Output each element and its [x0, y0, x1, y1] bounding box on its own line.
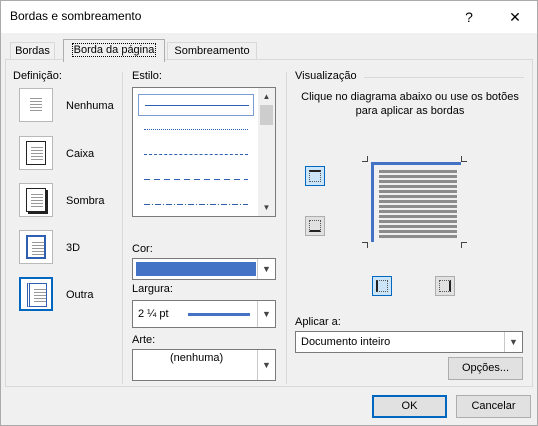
largura-label: Largura: [132, 283, 173, 295]
chevron-down-icon[interactable]: ▼ [257, 350, 275, 380]
chevron-down-icon[interactable]: ▼ [257, 301, 275, 327]
corner-mark [461, 156, 467, 162]
help-button[interactable]: ? [449, 3, 489, 31]
definicao-label: Definição: [13, 70, 62, 82]
right-border-icon [439, 280, 451, 292]
dialog-title: Bordas e sombreamento [10, 9, 142, 23]
tab-strip: Bordas Borda da página Sombreamento [1, 33, 537, 62]
setting-label: Nenhuma [66, 100, 114, 112]
preview-left-border [371, 162, 374, 242]
bottom-border-button[interactable] [305, 216, 325, 236]
3d-border-icon [26, 235, 46, 259]
tab-label: Borda da página [71, 43, 157, 57]
color-swatch [136, 262, 256, 276]
scroll-down-icon[interactable]: ▼ [258, 199, 275, 216]
right-border-button[interactable] [435, 276, 455, 296]
borders-shading-dialog: Bordas e sombreamento ? ✕ Bordas Borda d… [0, 0, 538, 426]
setting-nenhuma[interactable] [19, 88, 53, 122]
preview-top-border [371, 162, 461, 165]
setting-outra[interactable] [19, 277, 53, 311]
estilo-label: Estilo: [132, 70, 162, 82]
setting-label: 3D [66, 242, 81, 254]
preview-instructions: Clique no diagrama abaixo ou use os botõ… [301, 91, 519, 117]
setting-3d[interactable] [19, 230, 53, 264]
tab-label: Sombreamento [174, 45, 250, 57]
group-divider [364, 77, 524, 78]
top-border-icon [309, 170, 321, 182]
custom-border-icon [27, 283, 47, 307]
preview-page[interactable] [371, 162, 461, 242]
style-list[interactable]: ▲ ▼ [132, 87, 276, 217]
tab-panel: Definição: Nenhuma Caixa Sombra 3D Outra… [5, 59, 533, 387]
tab-label: Bordas [15, 45, 50, 57]
scroll-thumb[interactable] [260, 105, 273, 125]
preview-text-lines [379, 170, 457, 240]
setting-label: Outra [66, 289, 94, 301]
arte-label: Arte: [132, 334, 156, 346]
close-button[interactable]: ✕ [495, 3, 535, 31]
no-border-icon [26, 93, 46, 117]
scroll-up-icon[interactable]: ▲ [258, 88, 275, 105]
style-item-dotted[interactable] [138, 119, 254, 141]
style-item-dashed-large[interactable] [138, 169, 254, 191]
width-dropdown[interactable]: 2 ¼ pt ▼ [132, 300, 276, 328]
width-sample-line [188, 313, 250, 316]
style-item-solid[interactable] [138, 94, 254, 116]
style-item-dash-dot[interactable] [138, 194, 254, 216]
tab-borda-da-pagina[interactable]: Borda da página [63, 39, 165, 62]
left-border-button[interactable] [372, 276, 392, 296]
corner-mark [362, 156, 368, 162]
cor-label: Cor: [132, 243, 153, 255]
art-dropdown[interactable]: (nenhuma) ▼ [132, 349, 276, 381]
dialog-footer: OK Cancelar [1, 387, 537, 425]
chevron-down-icon[interactable]: ▼ [504, 332, 522, 352]
setting-label: Caixa [66, 148, 95, 160]
setting-label: Sombra [66, 195, 105, 207]
top-border-button[interactable] [305, 166, 325, 186]
shadow-border-icon [26, 188, 46, 212]
width-value: 2 ¼ pt [138, 308, 169, 320]
cancel-button[interactable]: Cancelar [456, 395, 531, 418]
corner-mark [461, 242, 467, 248]
options-button[interactable]: Opções... [448, 357, 523, 380]
separator [286, 72, 287, 384]
apply-to-value: Documento inteiro [301, 336, 391, 348]
color-dropdown[interactable]: ▼ [132, 258, 276, 280]
style-item-dashed-small[interactable] [138, 144, 254, 166]
art-value: (nenhuma) [170, 352, 224, 364]
style-list-scrollbar[interactable]: ▲ ▼ [258, 88, 275, 216]
chevron-down-icon[interactable]: ▼ [257, 259, 275, 279]
corner-mark [362, 242, 368, 248]
aplicar-label: Aplicar a: [295, 316, 341, 328]
setting-caixa[interactable] [19, 136, 53, 170]
apply-to-dropdown[interactable]: Documento inteiro ▼ [295, 331, 523, 353]
left-border-icon [376, 280, 388, 292]
bottom-border-icon [309, 220, 321, 232]
visualizacao-label: Visualização [295, 70, 357, 82]
ok-button[interactable]: OK [372, 395, 447, 418]
title-bar: Bordas e sombreamento ? ✕ [1, 1, 537, 33]
box-border-icon [26, 141, 46, 165]
setting-sombra[interactable] [19, 183, 53, 217]
separator [122, 72, 123, 384]
